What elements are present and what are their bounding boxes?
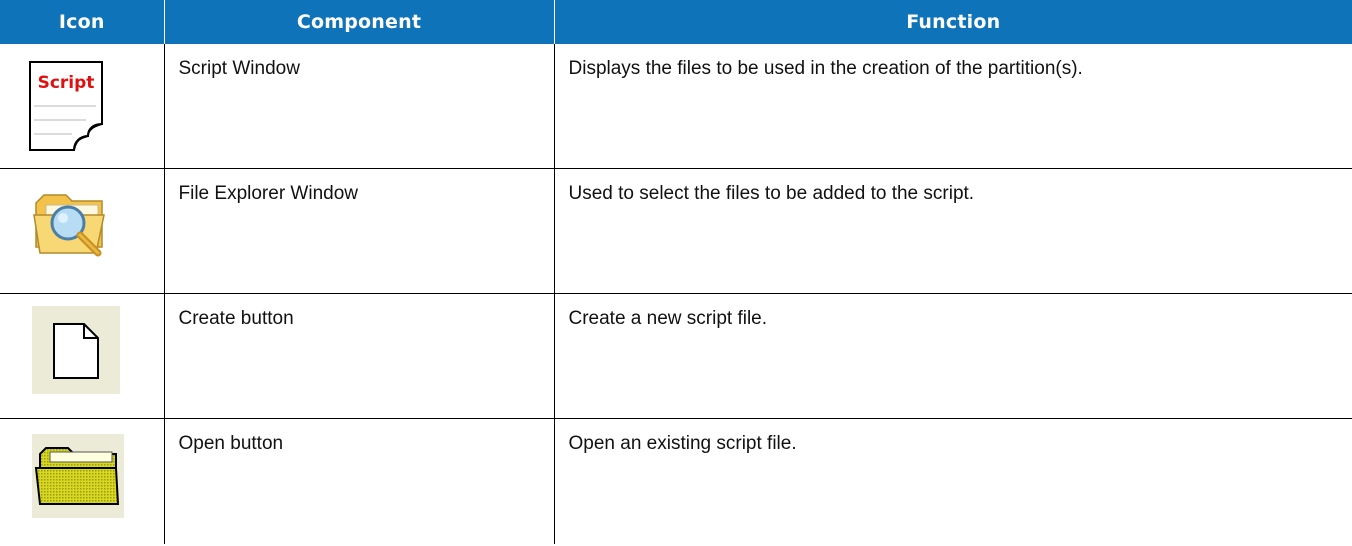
function-cell: Displays the files to be used in the cre… [553, 44, 1352, 169]
function-cell: Create a new script file. [553, 293, 1352, 419]
new-document-icon [32, 306, 120, 400]
component-name: File Explorer Window [178, 183, 359, 204]
function-cell: Used to select the files to be added to … [553, 168, 1352, 294]
file-explorer-folder-search-icon [32, 189, 120, 279]
component-cell: Script Window [163, 44, 555, 169]
component-name: Create button [178, 308, 294, 329]
component-name: Script Window [178, 58, 300, 79]
icon-cell [0, 168, 165, 294]
function-cell: Open an existing script file. [553, 418, 1352, 544]
table-row: Script Script Window Displays the files … [0, 44, 1352, 169]
icon-cell [0, 418, 165, 544]
table-header-row: Icon Component Function [0, 0, 1352, 44]
header-function: Function [553, 0, 1352, 44]
component-cell: File Explorer Window [163, 168, 555, 294]
open-folder-icon [32, 434, 124, 524]
function-description: Open an existing script file. [568, 433, 797, 454]
script-window-icon: Script [22, 58, 110, 160]
table-row: Open button Open an existing script file… [0, 418, 1352, 544]
script-icon-label: Script [38, 73, 95, 93]
table-row: Create button Create a new script file. [0, 293, 1352, 419]
function-description: Used to select the files to be added to … [568, 183, 975, 204]
icon-cell: Script [0, 44, 165, 169]
component-cell: Open button [163, 418, 555, 544]
header-component: Component [163, 0, 554, 44]
component-name: Open button [178, 433, 284, 454]
function-description: Create a new script file. [568, 308, 768, 329]
table-row: File Explorer Window Used to select the … [0, 168, 1352, 294]
function-description: Displays the files to be used in the cre… [568, 58, 1083, 79]
header-icon: Icon [0, 0, 164, 44]
component-cell: Create button [163, 293, 555, 419]
icon-cell [0, 293, 165, 419]
components-table: Icon Component Function Script Script Wi… [0, 0, 1352, 544]
